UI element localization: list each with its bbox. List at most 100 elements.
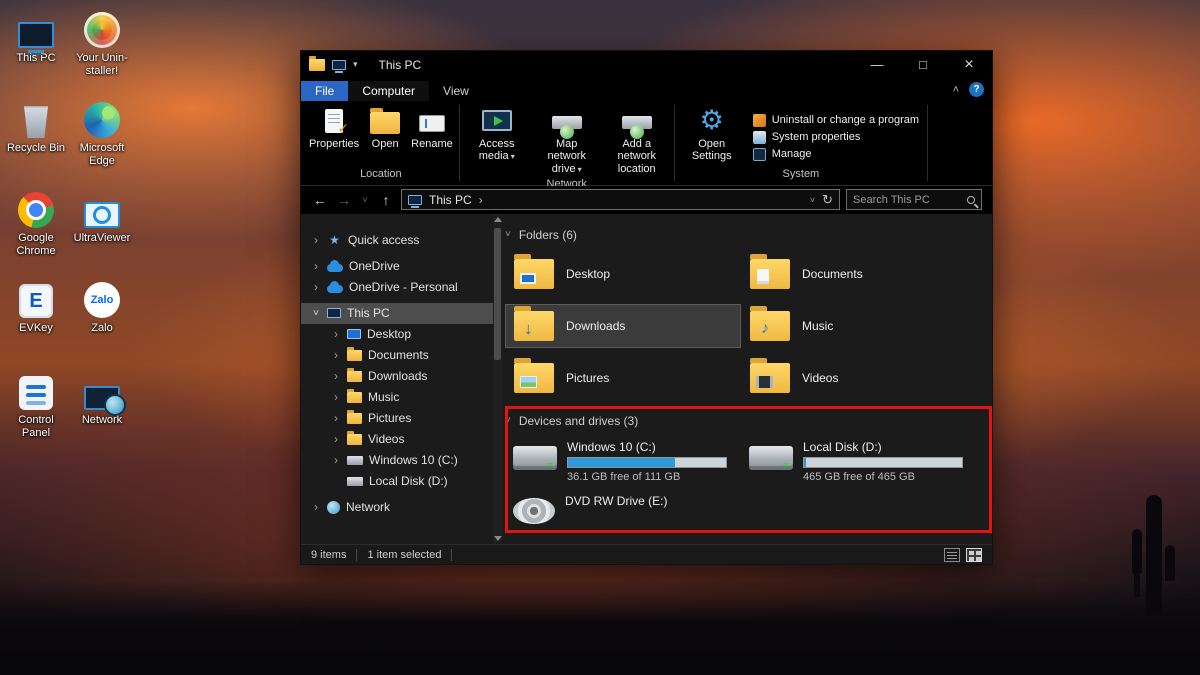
tab-view[interactable]: View	[429, 81, 483, 101]
tab-computer[interactable]: Computer	[348, 81, 429, 101]
folder-tile-music[interactable]: Music	[741, 304, 977, 348]
chevron-right-icon[interactable]: ›	[311, 500, 321, 514]
tab-file[interactable]: File	[301, 81, 348, 101]
folder-tile-pictures[interactable]: Pictures	[505, 356, 741, 400]
search-input[interactable]	[853, 194, 963, 206]
collapse-icon[interactable]: ˅	[505, 229, 511, 240]
details-view-button[interactable]	[944, 548, 960, 562]
drive-tile-windows-c[interactable]: Windows 10 (C:) 36.1 GB free of 111 GB	[505, 438, 741, 484]
manage-item[interactable]: Manage	[753, 148, 919, 161]
status-separator	[451, 549, 452, 561]
navigation-pane: › ★ Quick access › OneDrive › OneDrive -…	[301, 214, 493, 544]
refresh-icon[interactable]: ↻	[822, 192, 833, 208]
add-network-location-button[interactable]: Add a network location	[602, 105, 672, 178]
folder-tile-downloads[interactable]: Downloads	[505, 304, 741, 348]
properties-button[interactable]: Properties	[305, 105, 363, 168]
scrollbar-thumb[interactable]	[494, 228, 501, 360]
chevron-right-icon[interactable]: ›	[311, 259, 321, 273]
sidebar-item-this-pc[interactable]: ˅ This PC	[301, 303, 493, 324]
forward-button[interactable]: →	[335, 192, 353, 208]
close-button[interactable]: ×	[946, 51, 992, 79]
sidebar-item-onedrive[interactable]: › OneDrive	[301, 256, 493, 277]
sidebar-item-documents[interactable]: › Documents	[301, 345, 493, 366]
sidebar-item-videos[interactable]: › Videos	[301, 429, 493, 450]
sidebar-item-onedrive-personal[interactable]: › OneDrive - Personal	[301, 277, 493, 298]
uninstall-program-item[interactable]: Uninstall or change a program	[753, 114, 919, 127]
chevron-right-icon[interactable]: ›	[331, 369, 341, 383]
chevron-right-icon[interactable]: ›	[311, 280, 321, 294]
address-path[interactable]: This PC	[429, 193, 472, 207]
address-dropdown-icon[interactable]: ˅	[810, 195, 815, 205]
minimize-button[interactable]: —	[854, 51, 900, 79]
explorer-window: ▾ This PC — □ × File Computer View ˄ ?	[300, 50, 993, 565]
drive-tile-dvd-e[interactable]: DVD RW Drive (E:)	[505, 492, 741, 538]
search-icon[interactable]	[967, 196, 975, 204]
desktop-icon-label: Control Panel	[4, 414, 68, 440]
path-chevron-icon[interactable]: ›	[479, 193, 483, 207]
back-button[interactable]: ←	[311, 192, 329, 208]
chevron-right-icon[interactable]: ›	[331, 348, 341, 362]
desktop-icon-your-uninstaller[interactable]: Your Unin-staller!	[70, 6, 134, 78]
chevron-right-icon[interactable]: ›	[331, 411, 341, 425]
collapse-icon[interactable]: ˅	[505, 415, 511, 426]
quick-access-this-pc-icon[interactable]	[332, 60, 346, 70]
search-box[interactable]	[846, 189, 982, 210]
quick-access-toolbar-dropdown-icon[interactable]: ▾	[353, 59, 358, 70]
desktop-icon-control-panel[interactable]: Control Panel	[4, 368, 68, 440]
desktop-icon-network[interactable]: Network	[70, 368, 134, 427]
sidebar-item-pictures[interactable]: › Pictures	[301, 408, 493, 429]
maximize-button[interactable]: □	[900, 51, 946, 79]
help-icon[interactable]: ?	[969, 82, 984, 97]
chevron-right-icon[interactable]: ›	[311, 233, 321, 247]
section-title: Devices and drives (3)	[519, 414, 638, 428]
up-button[interactable]: ↑	[377, 192, 395, 208]
sidebar-scrollbar[interactable]	[493, 214, 502, 544]
chevron-right-icon[interactable]: ›	[331, 432, 341, 446]
desktop-icon-evkey[interactable]: EVKey	[4, 276, 68, 335]
desktop-icon-microsoft-edge[interactable]: Microsoft Edge	[70, 96, 134, 168]
sidebar-item-windows-c[interactable]: › Windows 10 (C:)	[301, 450, 493, 471]
drive-tile-local-disk-d[interactable]: Local Disk (D:) 465 GB free of 465 GB	[741, 438, 977, 484]
folder-tile-documents[interactable]: Documents	[741, 252, 977, 296]
desktop-icon-zalo[interactable]: Zalo	[70, 276, 134, 335]
cactus-silhouette	[1146, 495, 1162, 615]
ribbon-collapse-icon[interactable]: ˄	[953, 84, 959, 96]
scroll-down-icon[interactable]	[494, 536, 502, 541]
large-icons-view-button[interactable]	[966, 548, 982, 562]
open-button[interactable]: Open	[363, 105, 407, 168]
sidebar-item-quick-access[interactable]: › ★ Quick access	[301, 230, 493, 251]
chevron-down-icon[interactable]: ˅	[311, 308, 321, 319]
sidebar-item-local-disk-d[interactable]: Local Disk (D:)	[301, 471, 493, 492]
desktop-icon-google-chrome[interactable]: Google Chrome	[4, 186, 68, 258]
this-pc-icon	[18, 22, 54, 48]
desktop-icon-this-pc[interactable]: This PC	[4, 6, 68, 65]
desktop-icon-ultraviewer[interactable]: UltraViewer	[70, 186, 134, 245]
sidebar-item-desktop[interactable]: › Desktop	[301, 324, 493, 345]
chevron-right-icon[interactable]: ›	[331, 453, 341, 467]
rename-button[interactable]: Rename	[407, 105, 457, 168]
folder-icon	[750, 311, 790, 341]
chrome-icon	[18, 192, 54, 228]
title-bar[interactable]: ▾ This PC — □ ×	[301, 51, 992, 79]
star-icon: ★	[327, 233, 342, 247]
open-settings-button[interactable]: ⚙ Open Settings	[677, 105, 747, 168]
desktop-icon-recycle-bin[interactable]: Recycle Bin	[4, 96, 68, 155]
address-bar[interactable]: This PC › ˅ ↻	[401, 189, 840, 210]
folders-section-header[interactable]: ˅ Folders (6)	[505, 226, 992, 244]
scroll-up-icon[interactable]	[494, 217, 502, 222]
sidebar-item-music[interactable]: › Music	[301, 387, 493, 408]
group-label-system: System	[677, 168, 925, 185]
chevron-right-icon[interactable]: ›	[331, 390, 341, 404]
sidebar-item-network[interactable]: › Network	[301, 497, 493, 518]
folder-tile-videos[interactable]: Videos	[741, 356, 977, 400]
sidebar-item-downloads[interactable]: › Downloads	[301, 366, 493, 387]
drives-section-header[interactable]: ˅ Devices and drives (3)	[505, 412, 992, 430]
recent-locations-icon[interactable]: ˅	[359, 195, 371, 205]
map-network-drive-button[interactable]: Map network drive▾	[532, 105, 602, 178]
folder-tile-desktop[interactable]: Desktop	[505, 252, 741, 296]
folder-icon	[347, 371, 362, 382]
desktop-icon-label: Network	[70, 414, 134, 427]
system-properties-item[interactable]: System properties	[753, 131, 919, 144]
chevron-right-icon[interactable]: ›	[331, 327, 341, 341]
access-media-button[interactable]: Access media▾	[462, 105, 532, 178]
